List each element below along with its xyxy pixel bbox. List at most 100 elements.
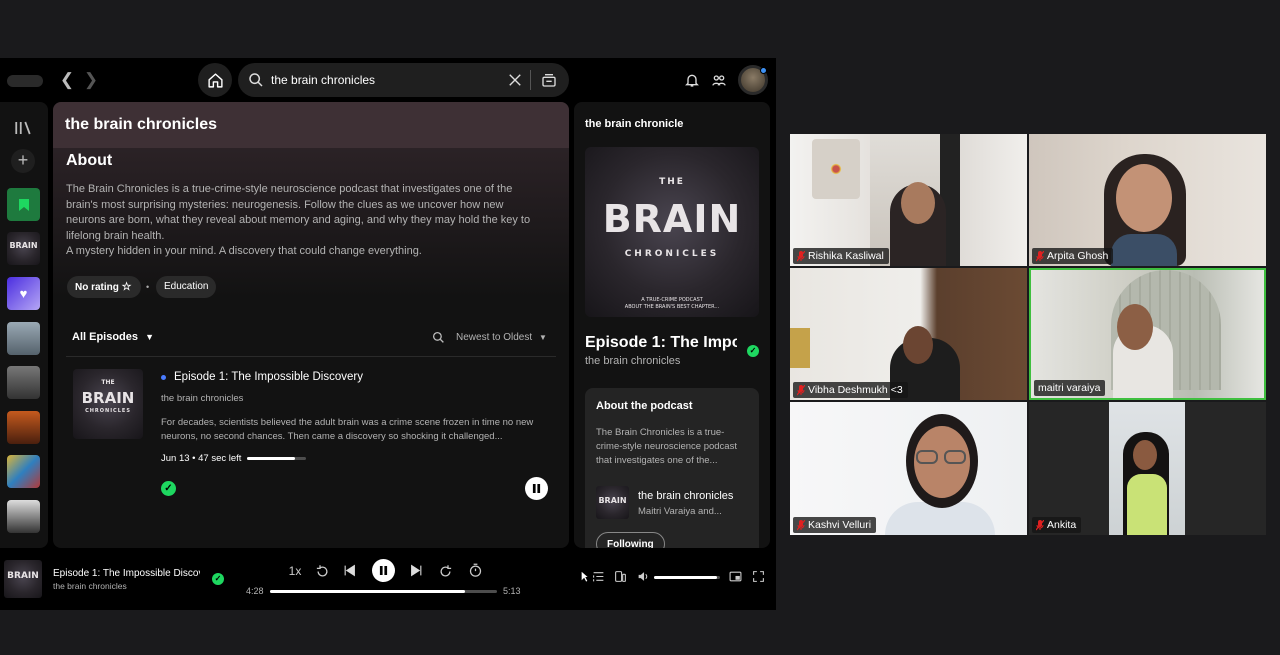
about-podcast-heading: About the podcast [596, 400, 693, 412]
browse-icon[interactable] [541, 72, 557, 88]
page-title: the brain chronicles [65, 116, 218, 133]
podcast-cover: THE BRAIN CHRONICLES A TRUE-CRIME PODCAS… [585, 147, 759, 317]
sidebar-item-playlist-3[interactable] [7, 411, 40, 444]
fullscreen-icon[interactable] [752, 570, 765, 583]
next-icon[interactable] [410, 564, 423, 577]
added-check-icon[interactable]: ✓ [161, 481, 176, 496]
episode-description: For decades, scientists believed the adu… [161, 417, 534, 442]
now-playing-show[interactable]: the brain chronicles [53, 581, 127, 591]
avatar[interactable] [738, 65, 768, 95]
sort-dropdown[interactable]: Newest to Oldest ▼ [456, 332, 547, 343]
following-button[interactable]: Following [596, 532, 665, 548]
skip-back-15-icon[interactable] [315, 564, 330, 579]
muted-mic-icon [1035, 250, 1045, 262]
playback-progress[interactable] [270, 590, 497, 593]
about-podcast-text: The Brain Chronicles is a true- crime-st… [596, 427, 737, 466]
sleep-timer-icon[interactable] [468, 563, 483, 578]
caret-down-icon: ▼ [538, 333, 547, 342]
added-check-icon[interactable]: ✓ [747, 345, 759, 357]
search-bar[interactable]: the brain chronicles [238, 63, 569, 97]
video-gallery: Rishika Kasliwal Arpita Ghosh Vibha Desh… [789, 133, 1267, 537]
bookmark-icon [18, 198, 29, 211]
search-episodes-icon[interactable] [432, 331, 445, 344]
sidebar-item-saved-episodes[interactable] [7, 188, 40, 221]
skip-forward-15-icon[interactable] [438, 564, 453, 579]
muted-mic-icon [796, 250, 806, 262]
top-bar: ❮ ❯ the brain chronicles [0, 58, 776, 102]
creator-show[interactable]: the brain chronicles [638, 490, 733, 502]
panel-episode-title[interactable]: Episode 1: The Impo [585, 334, 737, 352]
sidebar-item-playlist-2[interactable] [7, 366, 40, 399]
sidebar-item-playlist-4[interactable] [7, 455, 40, 488]
participant-tile[interactable]: Ankita [1029, 402, 1266, 535]
miniplayer-icon[interactable] [729, 570, 742, 583]
now-playing-art[interactable]: BRAIN [4, 560, 42, 598]
muted-mic-icon [796, 519, 806, 531]
creator-names: Maitri Varaiya and... [638, 506, 722, 517]
episode-row[interactable]: THE BRAIN CHRONICLES Episode 1: The Impo… [63, 364, 559, 504]
participant-name-tag: Ankita [1032, 517, 1082, 533]
participant-tile[interactable]: Rishika Kasliwal [790, 134, 1027, 266]
library-icon[interactable] [14, 120, 32, 136]
episode-title[interactable]: Episode 1: The Impossible Discovery [174, 371, 363, 383]
episode-show[interactable]: the brain chronicles [161, 393, 243, 404]
home-button[interactable] [198, 63, 232, 97]
add-icon[interactable]: + [11, 149, 35, 173]
unplayed-dot [161, 375, 166, 380]
pause-icon [532, 484, 541, 493]
heart-icon: ♥ [19, 286, 28, 301]
panel-show-name[interactable]: the brain chronicles [585, 355, 680, 367]
cursor-icon [580, 570, 590, 583]
sidebar-item-playlist-5[interactable] [7, 500, 40, 533]
participant-name-tag: Arpita Ghosh [1032, 248, 1114, 264]
connect-device-icon[interactable] [614, 570, 627, 583]
added-check-icon[interactable]: ✓ [212, 573, 224, 585]
previous-icon[interactable] [343, 564, 356, 577]
participant-tile[interactable]: Arpita Ghosh [1029, 134, 1266, 266]
volume-slider[interactable] [654, 576, 720, 579]
elapsed-time: 4:28 [246, 586, 264, 596]
episodes-filter[interactable]: All Episodes ▼ [72, 331, 154, 343]
notification-dot [760, 67, 767, 74]
participant-name-tag: Rishika Kasliwal [793, 248, 889, 264]
about-text: The Brain Chronicles is a true-crime-sty… [66, 183, 531, 257]
episode-progress [247, 457, 306, 460]
participant-name-tag: maitri varaiya [1034, 380, 1106, 396]
pause-icon [379, 566, 388, 575]
spotify-window: ❮ ❯ the brain chronicles + BRAIN ♥ the b… [0, 58, 776, 610]
muted-mic-icon [1035, 519, 1045, 531]
star-icon: ☆ [121, 281, 132, 293]
participant-name-tag: Vibha Deshmukh <3 [793, 382, 908, 398]
back-arrow-icon[interactable]: ❮ [57, 70, 77, 90]
now-playing-title[interactable]: Episode 1: The Impossible Discove [53, 568, 200, 579]
episode-pause-button[interactable] [525, 477, 548, 500]
panel-title: the brain chronicle [585, 118, 684, 130]
sidebar-item-liked-songs[interactable]: ♥ [7, 277, 40, 310]
clear-search-icon[interactable] [508, 73, 522, 87]
forward-arrow-icon[interactable]: ❯ [81, 70, 101, 90]
page-header: the brain chronicles [53, 102, 569, 148]
search-input[interactable]: the brain chronicles [271, 73, 375, 87]
participant-tile-active-speaker[interactable]: maitri varaiya [1029, 268, 1266, 400]
category-chip[interactable]: Education [156, 276, 217, 298]
sidebar-item-playlist-1[interactable] [7, 322, 40, 355]
playback-speed-button[interactable]: 1x [286, 564, 304, 578]
participant-name-tag: Kashvi Velluri [793, 517, 877, 533]
episode-artwork: THE BRAIN CHRONICLES [73, 369, 143, 439]
sidebar-item-brain-chronicles[interactable]: BRAIN [7, 232, 40, 265]
window-controls[interactable] [7, 75, 43, 87]
participant-tile[interactable]: Vibha Deshmukh <3 [790, 268, 1027, 400]
rating-chip[interactable]: No rating ☆ [67, 276, 141, 298]
library-sidebar: + BRAIN ♥ [0, 102, 48, 548]
now-playing-panel: the brain chronicle THE BRAIN CHRONICLES… [574, 102, 770, 548]
creator-thumbnail: BRAIN [596, 486, 629, 519]
volume-icon[interactable] [637, 570, 650, 583]
bell-icon[interactable] [684, 72, 700, 88]
search-icon [249, 73, 263, 87]
player-bar: BRAIN Episode 1: The Impossible Discove … [0, 548, 776, 610]
about-heading: About [66, 152, 113, 169]
play-pause-button[interactable] [372, 559, 395, 582]
participant-tile[interactable]: Kashvi Velluri [790, 402, 1027, 535]
queue-icon[interactable] [592, 570, 605, 583]
friends-activity-icon[interactable] [711, 72, 727, 88]
